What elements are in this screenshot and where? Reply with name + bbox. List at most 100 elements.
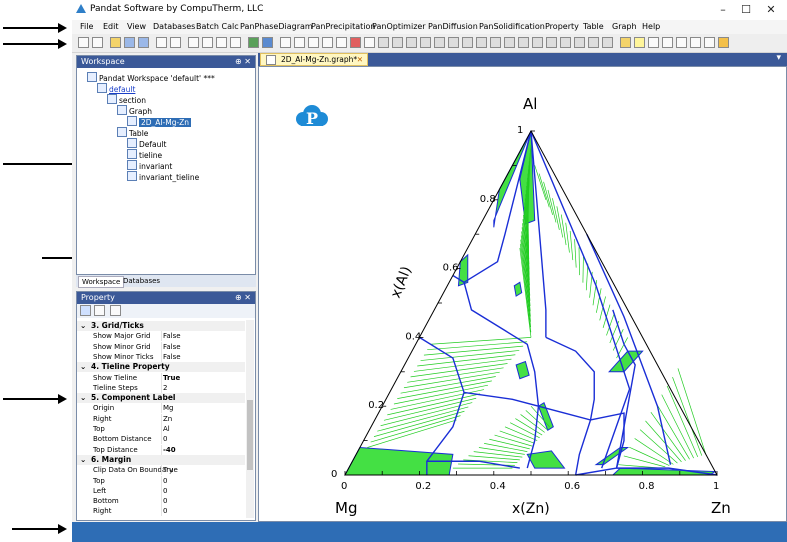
- label-icon[interactable]: [676, 37, 687, 48]
- property-row[interactable]: Bottom 0: [77, 496, 245, 507]
- tree-item[interactable]: tieline: [127, 149, 162, 160]
- disabled-tool-2-icon[interactable]: [392, 37, 403, 48]
- tree-item[interactable]: invariant_tieline: [127, 171, 199, 182]
- tree-item[interactable]: Pandat Workspace 'default' ***: [87, 72, 215, 83]
- paste-icon[interactable]: [216, 37, 227, 48]
- copy-icon[interactable]: [202, 37, 213, 48]
- categorized-icon[interactable]: [80, 305, 91, 316]
- property-value[interactable]: -40: [163, 445, 176, 455]
- property-value[interactable]: 0: [163, 506, 167, 516]
- property-value[interactable]: False: [163, 352, 181, 362]
- cut-icon[interactable]: [188, 37, 199, 48]
- property-category[interactable]: ⌄ 3. Grid/Ticks: [77, 321, 245, 331]
- property-row[interactable]: Top Al: [77, 424, 245, 434]
- property-value[interactable]: True: [163, 373, 180, 383]
- ternary-icon[interactable]: [350, 37, 361, 48]
- property-value[interactable]: False: [163, 331, 181, 341]
- disabled-tool-12-icon[interactable]: [532, 37, 543, 48]
- property-pages-icon[interactable]: [110, 305, 121, 316]
- new-workspace-icon[interactable]: [78, 37, 89, 48]
- menu-panoptimizer[interactable]: PanOptimizer: [372, 22, 426, 31]
- zoom-fit-icon[interactable]: [294, 37, 305, 48]
- property-value[interactable]: Mg: [163, 403, 173, 413]
- disabled-tool-1-icon[interactable]: [378, 37, 389, 48]
- disabled-tool-17-icon[interactable]: [602, 37, 613, 48]
- axis-icon[interactable]: [308, 37, 319, 48]
- tab-workspace[interactable]: Workspace: [78, 276, 125, 288]
- menu-edit[interactable]: Edit: [103, 22, 119, 31]
- property-value[interactable]: 2: [163, 383, 167, 393]
- property-value[interactable]: 0: [163, 434, 167, 444]
- menu-property[interactable]: Property: [545, 22, 579, 31]
- property-scroll-thumb[interactable]: [247, 400, 253, 470]
- property-pin-close-icon[interactable]: ⊕ ✕: [235, 292, 251, 304]
- property-row[interactable]: Right 0: [77, 506, 245, 517]
- property-row[interactable]: Top 0: [77, 475, 245, 486]
- document-tab[interactable]: 2D_Al-Mg-Zn.graph* ✕: [260, 53, 368, 66]
- sort-alpha-icon[interactable]: [94, 305, 105, 316]
- property-row[interactable]: Bottom Distance 0: [77, 434, 245, 445]
- property-value[interactable]: Zn: [163, 414, 172, 424]
- property-value[interactable]: False: [163, 342, 181, 352]
- graph-icon[interactable]: [280, 37, 291, 48]
- disabled-tool-16-icon[interactable]: [588, 37, 599, 48]
- property-category[interactable]: ⌄ 5. Component Label: [77, 393, 245, 404]
- property-value[interactable]: 0: [163, 476, 167, 486]
- property-row[interactable]: Left 0: [77, 485, 245, 496]
- zoom-icon[interactable]: [648, 37, 659, 48]
- pan-icon[interactable]: [662, 37, 673, 48]
- tree-item[interactable]: default: [97, 83, 135, 94]
- pencil-icon[interactable]: [718, 37, 729, 48]
- settings-icon[interactable]: [620, 37, 631, 48]
- calculate-icon[interactable]: [248, 37, 259, 48]
- collapse-chevron-icon[interactable]: ⌄: [80, 455, 86, 465]
- property-row[interactable]: Show Tieline True: [77, 372, 245, 383]
- collapse-chevron-icon[interactable]: ⌄: [80, 321, 86, 331]
- disabled-tool-8-icon[interactable]: [476, 37, 487, 48]
- property-value[interactable]: Al: [163, 424, 170, 434]
- menu-help[interactable]: Help: [642, 22, 660, 31]
- menu-graph[interactable]: Graph: [612, 22, 637, 31]
- disabled-tool-3-icon[interactable]: [406, 37, 417, 48]
- delete-icon[interactable]: [230, 37, 241, 48]
- property-row[interactable]: Origin Mg: [77, 403, 245, 414]
- property-row[interactable]: Right Zn: [77, 413, 245, 424]
- disabled-tool-9-icon[interactable]: [490, 37, 501, 48]
- legend-icon[interactable]: [690, 37, 701, 48]
- disabled-tool-4-icon[interactable]: [420, 37, 431, 48]
- save-all-icon[interactable]: [138, 37, 149, 48]
- menu-pansolidification[interactable]: PanSolidification: [479, 22, 545, 31]
- menu-databases[interactable]: Databases: [153, 22, 195, 31]
- disabled-tool-10-icon[interactable]: [504, 37, 515, 48]
- menu-pandiffusion[interactable]: PanDiffusion: [428, 22, 478, 31]
- collapse-chevron-icon[interactable]: ⌄: [80, 362, 86, 372]
- document-dropdown-icon[interactable]: ▾: [776, 53, 781, 63]
- menu-panprecipitation[interactable]: PanPrecipitation: [311, 22, 375, 31]
- property-value[interactable]: True: [163, 465, 178, 475]
- graph-canvas[interactable]: P 0 0.2 0.4 0.6 0.8 1 0 0.2 0.4 0.6 0.8 1 Al Mg Zn x(Zn…: [258, 66, 787, 522]
- select-arrow-icon[interactable]: [634, 37, 645, 48]
- property-row[interactable]: Top Distance -40: [77, 444, 245, 455]
- tree-item[interactable]: Default: [127, 138, 166, 149]
- close-button[interactable]: ✕: [758, 2, 784, 18]
- tab-databases[interactable]: Databases: [120, 276, 163, 286]
- tree-item[interactable]: Graph: [117, 105, 152, 116]
- open-folder-icon[interactable]: [110, 37, 121, 48]
- disabled-tool-14-icon[interactable]: [560, 37, 571, 48]
- disabled-tool-6-icon[interactable]: [448, 37, 459, 48]
- tree-item[interactable]: invariant: [127, 160, 172, 171]
- tree-item[interactable]: section: [107, 94, 146, 105]
- property-row[interactable]: Show Minor Ticks False: [77, 351, 245, 362]
- property-row[interactable]: Clip Data On Boundary True: [77, 465, 245, 476]
- disabled-tool-5-icon[interactable]: [434, 37, 445, 48]
- menu-batch-calc[interactable]: Batch Calc: [196, 22, 239, 31]
- save-icon[interactable]: [124, 37, 135, 48]
- disabled-tool-7-icon[interactable]: [462, 37, 473, 48]
- property-row[interactable]: Show Major Grid False: [77, 331, 245, 342]
- collapse-chevron-icon[interactable]: ⌄: [80, 393, 86, 403]
- envelope-icon[interactable]: [336, 37, 347, 48]
- menu-table[interactable]: Table: [583, 22, 604, 31]
- property-row[interactable]: Show Minor Grid False: [77, 341, 245, 352]
- property-value[interactable]: 0: [163, 486, 167, 496]
- menu-view[interactable]: View: [127, 22, 146, 31]
